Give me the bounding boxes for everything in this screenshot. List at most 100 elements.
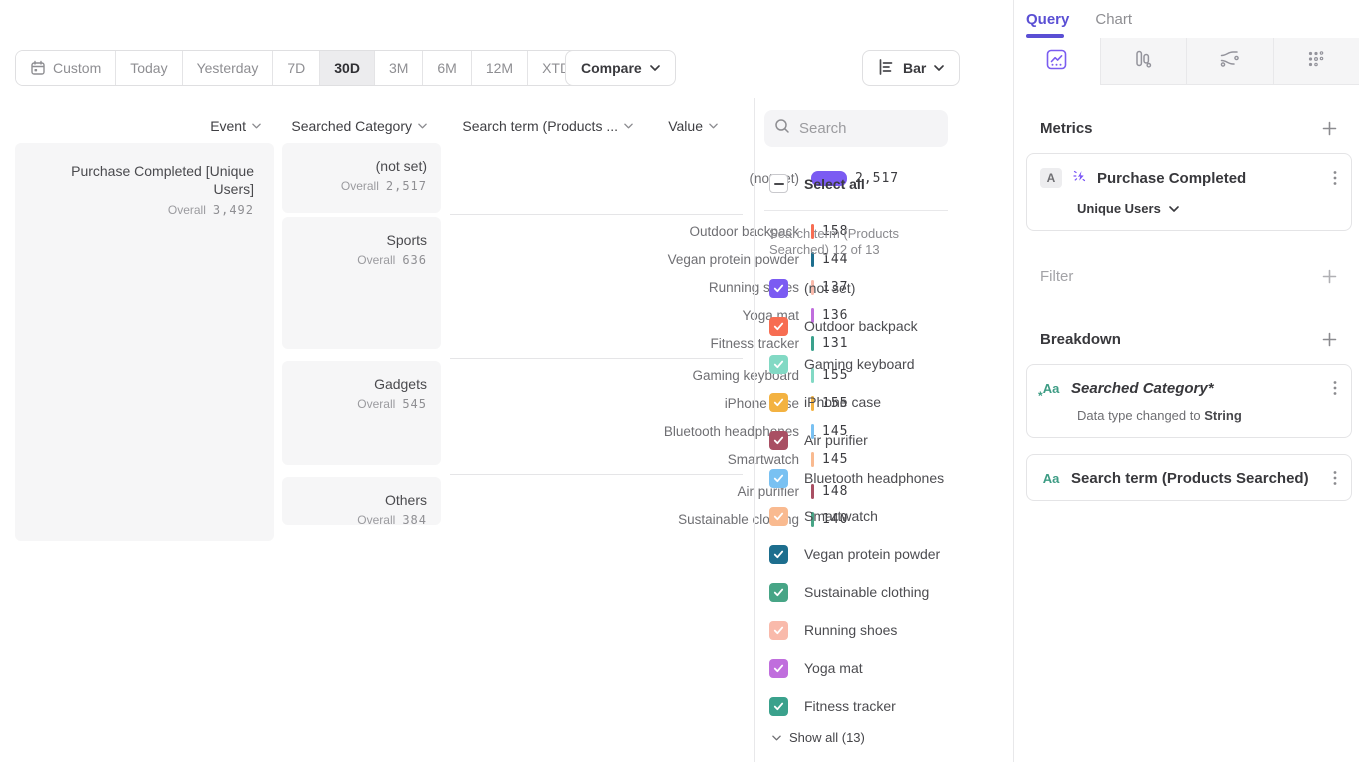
term-label: (not set) [450,171,799,186]
overall-value: 636 [402,253,427,267]
date-preset-label: 7D [287,60,305,76]
category-card-not-set[interactable]: (not set)Overall2,517 [282,143,441,213]
group-separator [282,213,745,217]
legend-item-gaming-keyboard[interactable]: Gaming keyboard [764,345,1013,383]
term-label: iPhone case [450,396,799,411]
legend-item-running-shoes[interactable]: Running shoes [764,611,1013,649]
legend-panel: Select all Search term (Products Searche… [754,98,1013,762]
legend-item-label: Sustainable clothing [804,584,929,600]
check-icon [773,284,784,293]
select-all-label: Select all [804,176,865,192]
legend-checkbox[interactable] [769,469,788,488]
date-preset-6m[interactable]: 6M [423,51,471,85]
add-breakdown-button[interactable] [1322,332,1337,347]
legend-checkbox[interactable] [769,621,788,640]
event-card-title: Purchase Completed [Unique Users] [27,162,254,198]
tab-query[interactable]: Query [1026,11,1069,28]
check-icon [773,702,784,711]
metric-card[interactable]: A Purchase Completed Unique Users [1026,153,1352,231]
select-all-row[interactable]: Select all [764,174,1013,193]
view-tab-insights[interactable] [1014,38,1100,85]
kebab-menu-icon[interactable] [1331,168,1339,188]
event-card[interactable]: Purchase Completed [Unique Users] Overal… [15,143,274,541]
value-column-header[interactable]: Value [640,117,718,135]
event-sparkle-icon [1071,167,1088,189]
date-preset-yesterday[interactable]: Yesterday [183,51,274,85]
compare-button[interactable]: Compare [565,50,676,86]
chevron-down-icon [1169,206,1179,212]
date-preset-7d[interactable]: 7D [273,51,320,85]
view-tab-flows[interactable] [1186,38,1273,85]
legend-checkbox[interactable] [769,545,788,564]
legend-checkbox[interactable] [769,279,788,298]
legend-checkbox[interactable] [769,697,788,716]
category-overall: Overall636 [292,253,427,267]
date-preset-label: Custom [53,60,101,76]
legend-divider [764,210,948,211]
legend-item-air-purifier[interactable]: Air purifier [764,421,1013,459]
tab-chart[interactable]: Chart [1095,11,1132,28]
date-preset-label: 6M [437,60,456,76]
metric-slot-badge: A [1040,168,1062,188]
date-preset-3m[interactable]: 3M [375,51,423,85]
legend-checkbox[interactable] [769,659,788,678]
category-overall: Overall384 [292,513,427,527]
event-column-header[interactable]: Event [15,117,261,135]
legend-checkbox[interactable] [769,317,788,336]
date-preset-today[interactable]: Today [116,51,182,85]
view-tab-funnels[interactable] [1100,38,1187,85]
chevron-down-icon [624,123,633,129]
kebab-menu-icon[interactable] [1331,378,1339,398]
overall-value: 384 [402,513,427,527]
breakdown-property-name: Searched Category* [1071,380,1322,397]
date-preset-custom[interactable]: Custom [16,51,116,85]
legend-checkbox[interactable] [769,507,788,526]
legend-item-fitness-tracker[interactable]: Fitness tracker [764,687,1013,725]
category-column-header[interactable]: Searched Category [282,117,427,135]
check-icon [773,664,784,673]
legend-item-label: Gaming keyboard [804,356,915,372]
category-card-sports[interactable]: SportsOverall636 [282,217,441,349]
term-label: Bluetooth headphones [450,424,799,439]
search-input[interactable] [799,120,929,137]
legend-item-label: Running shoes [804,622,897,638]
overall-label: Overall [357,397,395,411]
chevron-down-icon [772,735,781,741]
measurement-selector[interactable]: Unique Users [1077,201,1339,216]
breakdown-card-search-term[interactable]: Aa Search term (Products Searched) [1026,454,1352,501]
select-all-checkbox[interactable] [769,174,788,193]
query-panel-tabs: Query Chart [1014,0,1359,38]
kebab-menu-icon[interactable] [1331,468,1339,488]
breakdown-card-searched-category[interactable]: Aa* Searched Category* Data type changed… [1026,364,1352,438]
overall-label: Overall [341,179,379,193]
date-preset-12m[interactable]: 12M [472,51,528,85]
legend-item-smartwatch[interactable]: Smartwatch [764,497,1013,535]
date-preset-30d[interactable]: 30D [320,51,375,85]
add-metric-button[interactable] [1322,121,1337,136]
report-type-tabs [1014,38,1359,85]
category-name: Gadgets [292,376,427,392]
overall-label: Overall [168,203,206,217]
legend-item-sustainable-clothing[interactable]: Sustainable clothing [764,573,1013,611]
legend-item-not-set[interactable]: (not set) [764,269,1013,307]
add-filter-button[interactable] [1322,269,1337,284]
search-icon [774,118,790,139]
show-all-button[interactable]: Show all (13) [764,730,1013,745]
legend-item-yoga-mat[interactable]: Yoga mat [764,649,1013,687]
legend-item-outdoor-backpack[interactable]: Outdoor backpack [764,307,1013,345]
legend-search-box[interactable] [764,110,948,147]
legend-item-vegan-protein-powder[interactable]: Vegan protein powder [764,535,1013,573]
legend-checkbox[interactable] [769,393,788,412]
category-name: Others [292,492,427,508]
search-term-column-header[interactable]: Search term (Products ... [450,117,633,135]
legend-item-bluetooth-headphones[interactable]: Bluetooth headphones [764,459,1013,497]
chart-type-button[interactable]: Bar [862,50,960,86]
category-card-others[interactable]: Others Overall384 [282,477,441,525]
legend-checkbox[interactable] [769,583,788,602]
breakdown-heading: Breakdown [1040,331,1121,348]
category-card-gadgets[interactable]: GadgetsOverall545 [282,361,441,465]
legend-checkbox[interactable] [769,431,788,450]
legend-item-iphone-case[interactable]: iPhone case [764,383,1013,421]
view-tab-retention[interactable] [1273,38,1359,85]
legend-checkbox[interactable] [769,355,788,374]
